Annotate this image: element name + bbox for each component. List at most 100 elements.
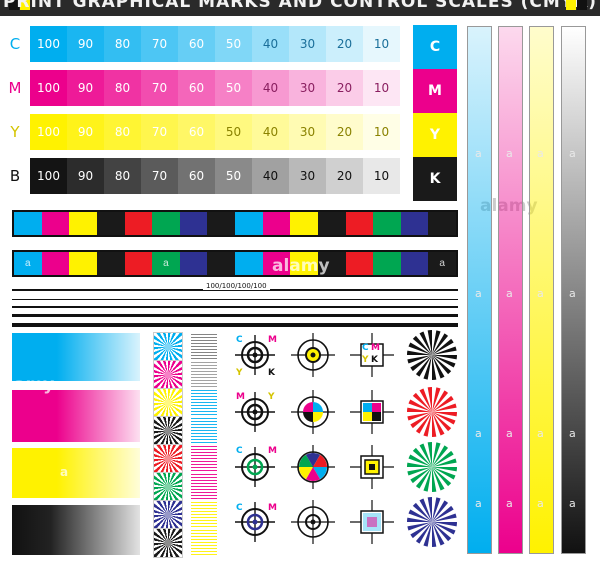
reg-label-k-2: K [371,355,378,365]
tint-cell: 20 [326,26,363,62]
tint-cell: 70 [141,114,178,150]
tint-row-label: B [9,167,21,185]
color-bar-patch [317,212,346,235]
tint-cell: 30 [289,114,326,150]
color-bar-patch: a [428,252,456,275]
color-bar-patch [96,212,125,235]
tint-cell: 80 [104,158,141,194]
target-dot [252,464,258,470]
color-bar-patch [69,212,97,235]
star-target-ray [412,502,432,522]
starburst-square [153,416,183,446]
color-bar-patch [124,212,153,235]
bar-watermark-mark: a [569,427,576,440]
reg-label-c: C [236,335,243,345]
color-bar-patch: a [14,252,42,275]
register-square [372,403,381,412]
tint-row-label: C [9,35,21,53]
line-scale-rule-2 [12,299,458,300]
tint-ramp: 100 90 80 70 60 50 40 30 20 10 [30,114,400,150]
tint-cell: 10 [363,158,400,194]
bar-watermark-mark: a [569,287,576,300]
vertical-gradient-bar: a a a a [561,26,586,554]
tint-cell: 40 [252,114,289,150]
color-bar-patch [400,252,429,275]
color-bar-patch [124,252,153,275]
reg-label-m-3: M [236,392,245,402]
register-square [369,464,375,470]
tint-cell: 10 [363,114,400,150]
tint-cell: 50 [215,70,252,106]
starburst-square [153,360,183,390]
color-bar-patch [41,212,70,235]
vertical-gradient-bar: a a a a [498,26,523,554]
fine-line-patch [191,529,217,555]
reg-label-c-2: C [362,343,369,353]
tint-cell: 70 [141,26,178,62]
star-target-ray [432,522,452,542]
tint-cell: 10 [363,70,400,106]
color-bar-patch [235,252,263,275]
star-target-ray [432,467,452,487]
tint-cell: 20 [326,70,363,106]
tint-cell: 80 [104,70,141,106]
reg-label-y: Y [236,368,243,378]
star-target-ray [432,355,452,375]
target-segment [303,402,313,412]
bar-watermark-mark: a [569,147,576,160]
fine-line-patch [191,417,217,443]
halftone-band-magenta [12,390,140,442]
fine-line-patch [191,333,217,359]
tint-cell: 90 [67,158,104,194]
title-mark-right-yellow [566,0,576,10]
color-bar-patch [345,212,374,235]
target-dot [252,519,258,525]
register-square [363,403,372,412]
bar-watermark-mark: a [506,287,513,300]
tint-cell: 30 [289,70,326,106]
starburst-square [153,444,183,474]
tint-cell: 100 [30,114,67,150]
tint-cell: 40 [252,26,289,62]
bar-watermark-mark: a [506,497,513,510]
color-bar-patch [373,212,401,235]
starburst-square [153,332,183,362]
color-bar-patch [152,212,180,235]
line-scale-rule-5 [12,323,458,327]
bar-watermark-mark: a [475,287,482,300]
tint-cell: 80 [104,26,141,62]
bar-watermark-mark: a [537,497,544,510]
tint-cell: 70 [141,70,178,106]
fine-line-patch [191,501,217,527]
solid-patch: K [413,157,457,201]
star-target-ray [412,392,432,412]
tint-cell: 30 [289,26,326,62]
color-bar-patch [290,252,318,275]
title-mark-right-black [577,0,587,10]
tint-cell: 20 [326,158,363,194]
halftone-band-yellow [12,448,140,498]
color-bar-patch [179,212,208,235]
color-bar-patch [373,252,401,275]
tint-cell: 70 [141,158,178,194]
bar-watermark-mark: a [537,147,544,160]
register-square [363,412,372,421]
bar-watermark-mark: a [475,147,482,160]
solid-patch: C [413,25,457,69]
halftone-band-black [12,505,140,555]
vertical-gradient-bar: a a a a [529,26,554,554]
color-bar-patch [262,252,291,275]
color-bar-patch [14,212,42,235]
color-bar-patch [290,212,318,235]
bar-watermark-mark: a [475,427,482,440]
star-target-ray [412,335,432,355]
color-bar-patch [400,212,429,235]
color-bar-patch: a [152,252,180,275]
reg-label-m-4: M [268,446,277,456]
vertical-gradient-bar: a a a a [467,26,492,554]
tint-row-label: Y [10,123,20,141]
reg-label-k: K [268,368,275,378]
starburst-square [153,500,183,530]
star-target-ray [412,447,432,467]
reg-label-c-5: C [236,503,243,513]
